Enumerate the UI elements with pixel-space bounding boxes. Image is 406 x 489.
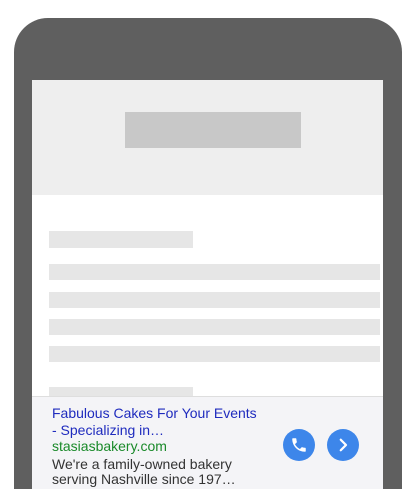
content-line-placeholder xyxy=(49,292,380,308)
phone-frame: Fabulous Cakes For Your Events - Special… xyxy=(14,18,402,489)
phone-icon xyxy=(292,438,306,452)
phone-screen: Fabulous Cakes For Your Events - Special… xyxy=(32,80,383,489)
chevron-right-icon xyxy=(339,438,348,452)
next-button[interactable] xyxy=(327,429,359,461)
content-line-placeholder xyxy=(49,264,380,280)
page-header-placeholder xyxy=(32,80,383,195)
content-line-placeholder xyxy=(49,346,380,362)
ad-display-url[interactable]: stasiasbakery.com xyxy=(52,438,167,455)
search-ad-banner[interactable]: Fabulous Cakes For Your Events - Special… xyxy=(32,396,383,489)
content-line-placeholder xyxy=(49,319,380,335)
header-title-placeholder xyxy=(125,112,301,148)
content-heading-placeholder xyxy=(49,231,193,248)
ad-description: We're a family-owned bakery serving Nash… xyxy=(52,457,236,487)
ad-title-link[interactable]: Fabulous Cakes For Your Events - Special… xyxy=(52,405,262,439)
call-button[interactable] xyxy=(283,429,315,461)
